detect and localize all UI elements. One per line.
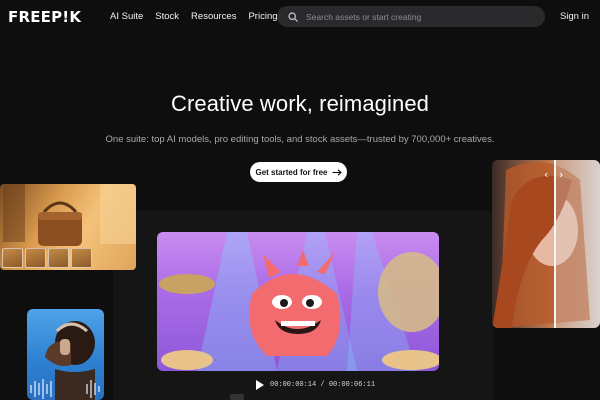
hero-title: Creative work, reimagined	[170, 91, 430, 116]
product-bag-image	[0, 184, 136, 270]
time-separator: /	[320, 381, 325, 389]
video-player[interactable]	[157, 232, 439, 371]
search-bar[interactable]	[277, 6, 545, 27]
audio-headphones-image	[27, 309, 104, 400]
sign-in-link[interactable]: Sign in	[560, 11, 589, 22]
search-icon	[288, 11, 298, 22]
playback-time: 00:00:00:14 / 00:00:06:11	[270, 381, 375, 389]
chevron-left-icon[interactable]: ‹	[544, 168, 548, 181]
nav-stock[interactable]: Stock	[155, 11, 179, 22]
top-navigation-bar: FREEP!K AI Suite Stock Resources Pricing…	[0, 0, 600, 34]
comparison-slider-handle[interactable]	[554, 160, 556, 328]
search-input[interactable]	[306, 11, 526, 22]
chevron-right-icon[interactable]: ›	[559, 168, 563, 181]
nav-pricing[interactable]: Pricing	[248, 11, 277, 22]
time-total: 00:00:06:11	[328, 381, 376, 389]
get-started-label: Get started for free	[255, 167, 328, 177]
hero-subtitle: One suite: top AI models, pro editing to…	[105, 134, 495, 145]
bag-thumbnail[interactable]	[71, 248, 92, 268]
time-current: 00:00:00:14	[270, 381, 317, 389]
portrait-comparison-image	[492, 160, 600, 328]
bag-thumbnail[interactable]	[25, 248, 46, 268]
freepik-logo[interactable]: FREEP!K	[8, 8, 81, 26]
bag-thumbnail[interactable]	[48, 248, 69, 268]
timeline-thumb[interactable]	[230, 394, 244, 400]
bag-thumbnail[interactable]	[2, 248, 23, 268]
bag-thumbnails	[2, 248, 92, 268]
nav-ai-suite[interactable]: AI Suite	[110, 11, 143, 22]
main-nav: AI Suite Stock Resources Pricing	[110, 11, 278, 22]
get-started-button[interactable]: Get started for free	[250, 162, 347, 182]
play-icon[interactable]	[256, 380, 264, 390]
arrow-right-icon	[332, 168, 342, 176]
nav-resources[interactable]: Resources	[191, 11, 236, 22]
